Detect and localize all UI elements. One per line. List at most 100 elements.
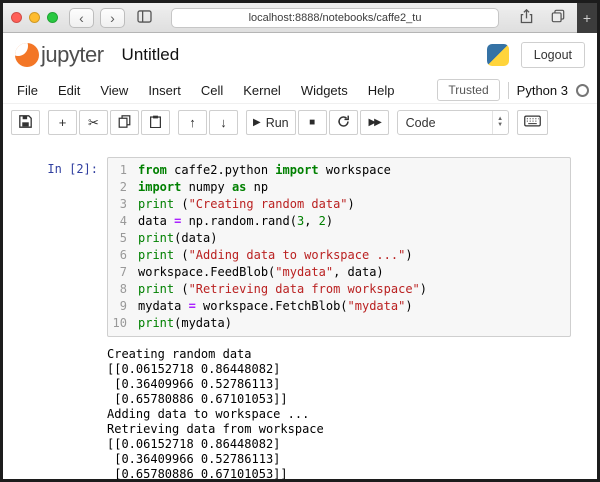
new-tab-button[interactable]: + [577,3,597,33]
code-text: print ("Adding data to workspace ...") [138,248,413,262]
line-number: 9 [119,299,127,313]
browser-window: ‹ › localhost:8888/notebooks/caffe2_tu +… [3,3,597,479]
new-tab-icon: + [582,9,592,26]
move-up-icon: ↑ [189,115,196,130]
menu-item-file[interactable]: File [17,83,38,98]
code-line: 10 print(mydata) [108,315,566,332]
input-prompt: In [2]: [47,162,98,176]
restart-kernel-button[interactable] [328,110,358,135]
code-line: 9 mydata = workspace.FetchBlob("mydata") [108,298,566,315]
paste-icon [149,115,162,131]
run-icon: ▶ [253,116,261,128]
output-line: [0.36409966 0.52786113] [107,377,281,391]
code-line: 3 print ("Creating random data") [108,196,566,213]
python-logo-icon [486,44,509,66]
move-cell-up-button[interactable]: ↑ [178,110,207,135]
cell-output: Creating random data [[0.06152718 0.86448… [107,347,597,479]
menu-item-widgets[interactable]: Widgets [301,83,348,98]
notebook-toolbar: + ✂ ↑ ↓ ▶ Run ■ ▶▶ Code ▲ ▼ [3,104,597,141]
jupyter-header: jupyter Untitled Logout [3,33,597,77]
menu-item-insert[interactable]: Insert [148,83,181,98]
tab-overview-button[interactable] [545,7,571,29]
line-number: 3 [119,197,127,211]
code-line: 4 data = np.random.rand(3, 2) [108,213,566,230]
output-line: Creating random data [107,347,252,361]
code-cell[interactable]: In [2]: 1 from caffe2.python import works… [3,157,597,337]
run-label: Run [265,115,289,130]
line-number: 8 [119,282,127,296]
keyboard-icon [523,115,541,130]
window-controls [11,12,58,23]
menu-item-edit[interactable]: Edit [58,83,80,98]
logout-button[interactable]: Logout [520,42,585,68]
code-editor[interactable]: 1 from caffe2.python import workspace 2 imp… [107,157,571,337]
jupyter-logo[interactable]: jupyter [15,42,104,68]
paste-cell-button[interactable] [141,110,170,135]
stop-icon: ■ [309,116,316,128]
move-cell-down-button[interactable]: ↓ [209,110,238,135]
code-text: print(data) [138,231,218,245]
share-icon [520,8,533,27]
sidebar-icon [136,9,152,26]
notebook-title[interactable]: Untitled [122,45,180,65]
line-number: 7 [119,265,127,279]
fast-forward-icon: ▶▶ [368,116,381,128]
browser-chrome: ‹ › localhost:8888/notebooks/caffe2_tu + [3,3,597,33]
menu-item-help[interactable]: Help [368,83,395,98]
code-text: print ("Retrieving data from workspace") [138,282,427,296]
select-stepper-icon: ▲ ▼ [491,111,508,134]
move-down-icon: ↓ [220,115,227,130]
menu-right: Trusted Python 3 [437,79,589,101]
output-line: [0.65780886 0.67101053]] [107,392,288,406]
command-palette-button[interactable] [516,110,548,135]
line-number: 2 [119,180,127,194]
forward-icon: › [110,9,115,26]
line-number: 5 [119,231,127,245]
close-window-button[interactable] [11,12,22,23]
menu-item-view[interactable]: View [100,83,128,98]
add-cell-button[interactable]: + [48,110,77,135]
forward-button[interactable]: › [100,7,125,28]
save-icon [19,114,32,131]
menu-item-kernel[interactable]: Kernel [243,83,281,98]
interrupt-kernel-button[interactable]: ■ [297,110,327,135]
add-icon: + [58,115,67,130]
minimize-window-button[interactable] [29,12,40,23]
line-number: 6 [119,248,127,262]
code-text: workspace.FeedBlob("mydata", data) [138,265,384,279]
tab-overview-icon [551,9,565,26]
run-cell-button[interactable]: ▶ Run [246,110,296,135]
url-text: localhost:8888/notebooks/caffe2_tu [248,11,422,24]
menu-item-cell[interactable]: Cell [201,83,223,98]
header-right: Logout [486,42,585,68]
address-bar[interactable]: localhost:8888/notebooks/caffe2_tu [171,7,499,28]
code-text: print(mydata) [138,316,232,330]
code-line: 2 import numpy as np [108,179,566,196]
output-line: [[0.06152718 0.86448082] [107,437,281,451]
code-lines: 1 from caffe2.python import workspace 2 imp… [108,162,566,332]
back-button[interactable]: ‹ [69,7,94,28]
output-line: [[0.06152718 0.86448082] [107,362,281,376]
back-icon: ‹ [79,9,84,26]
output-line: [0.36409966 0.52786113] [107,452,281,466]
code-text: import numpy as np [138,180,269,194]
share-button[interactable] [513,7,539,29]
save-button[interactable] [11,110,40,135]
copy-cell-button[interactable] [110,110,139,135]
code-line: 6 print ("Adding data to workspace ...") [108,247,566,264]
screenshot-frame: ‹ › localhost:8888/notebooks/caffe2_tu +… [0,0,600,482]
line-number: 4 [119,214,127,228]
cut-cell-button[interactable]: ✂ [79,110,108,135]
line-number: 10 [112,316,127,330]
jupyter-planet-icon [15,43,39,67]
zoom-window-button[interactable] [47,12,58,23]
code-line: 8 print ("Retrieving data from workspace"… [108,281,566,298]
cell-type-select[interactable]: Code ▲ ▼ [396,110,509,135]
code-line: 1 from caffe2.python import workspace [108,162,566,179]
trusted-button[interactable]: Trusted [437,79,500,101]
restart-run-all-button[interactable]: ▶▶ [359,110,389,135]
output-line: Adding data to workspace ... [107,407,310,421]
code-line: 7 workspace.FeedBlob("mydata", data) [108,264,566,281]
sidebar-button[interactable] [131,7,157,29]
menu-divider [507,81,509,99]
